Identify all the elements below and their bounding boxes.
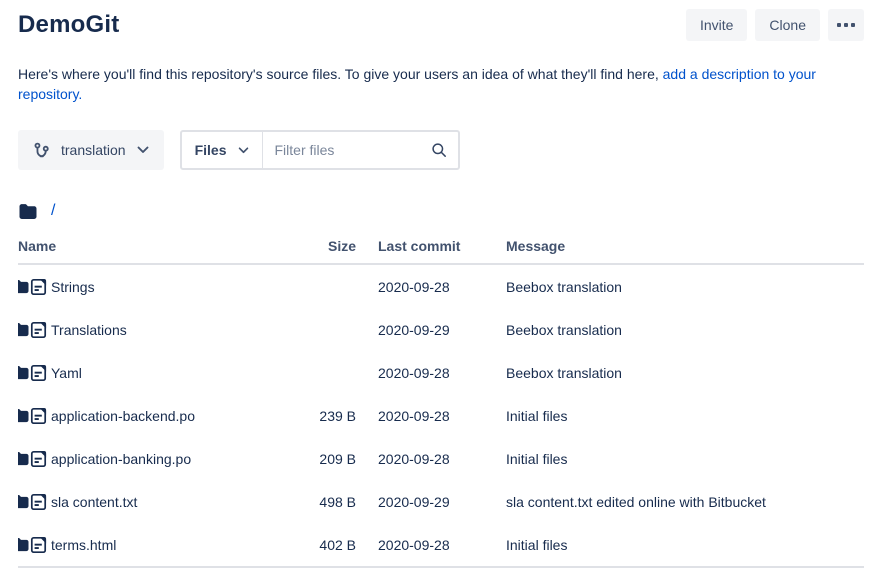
file-icon: [30, 364, 47, 382]
folder-icon: [18, 408, 30, 423]
last-commit-date: 2020-09-28: [378, 523, 506, 567]
folder-icon: [18, 537, 30, 552]
git-branch-icon: [33, 142, 50, 159]
file-icon: [30, 278, 47, 296]
file-table: Name Size Last commit Message: [18, 234, 864, 568]
file-icon: [30, 493, 47, 511]
file-icon: [30, 450, 47, 468]
file-size: [275, 308, 378, 351]
clone-button[interactable]: Clone: [755, 9, 820, 41]
filter-files-input[interactable]: [263, 142, 431, 158]
more-options-button[interactable]: [828, 9, 864, 41]
repo-description: Here's where you'll find this repository…: [18, 64, 864, 104]
file-size: 239 B: [275, 394, 378, 437]
table-row: Yaml 2020-09-28 Beebox translation: [18, 351, 864, 394]
column-header-name: Name: [18, 234, 275, 264]
file-size: [275, 351, 378, 394]
page-header: DemoGit Invite Clone: [18, 6, 864, 44]
column-header-size: Size: [275, 234, 378, 264]
breadcrumb: /: [18, 200, 864, 222]
file-icon: [30, 407, 47, 425]
last-commit-date: 2020-09-29: [378, 308, 506, 351]
repo-source-page: DemoGit Invite Clone Here's where you'll…: [0, 0, 880, 568]
description-text: Here's where you'll find this repository…: [18, 66, 663, 82]
commit-message: Beebox translation: [506, 264, 864, 308]
page-title: DemoGit: [18, 11, 119, 39]
chevron-down-icon: [137, 146, 149, 154]
header-actions: Invite Clone: [686, 9, 864, 41]
ellipsis-icon: [837, 23, 855, 27]
table-header-row: Name Size Last commit Message: [18, 234, 864, 264]
commit-message: Beebox translation: [506, 308, 864, 351]
branch-selector-label: translation: [61, 142, 126, 158]
folder-icon: [18, 494, 30, 509]
commit-message: Beebox translation: [506, 351, 864, 394]
file-name-link[interactable]: Translations: [51, 322, 127, 338]
last-commit-date: 2020-09-28: [378, 351, 506, 394]
folder-icon: [18, 365, 30, 380]
folder-icon: [18, 279, 30, 294]
branch-selector[interactable]: translation: [18, 130, 164, 170]
commit-message: sla content.txt edited online with Bitbu…: [506, 480, 864, 523]
file-size: 209 B: [275, 437, 378, 480]
file-name-link[interactable]: application-backend.po: [51, 408, 195, 424]
file-name-link[interactable]: sla content.txt: [51, 494, 137, 510]
last-commit-date: 2020-09-29: [378, 480, 506, 523]
file-size: 402 B: [275, 523, 378, 567]
folder-icon: [18, 203, 38, 220]
file-table-body: Strings 2020-09-28 Beebox translation: [18, 264, 864, 567]
commit-message: Initial files: [506, 523, 864, 567]
file-filter-box: Files: [180, 130, 460, 170]
search-icon: [431, 142, 458, 158]
folder-icon: [18, 322, 30, 337]
file-name-link[interactable]: Strings: [51, 279, 95, 295]
last-commit-date: 2020-09-28: [378, 264, 506, 308]
root-path-link[interactable]: /: [51, 202, 55, 220]
chevron-down-icon: [238, 147, 249, 154]
table-row: Strings 2020-09-28 Beebox translation: [18, 264, 864, 308]
filter-type-dropdown[interactable]: Files: [182, 142, 249, 158]
column-header-last-commit: Last commit: [378, 234, 506, 264]
table-row: application-banking.po 209 B 2020-09-28 …: [18, 437, 864, 480]
table-row: sla content.txt 498 B 2020-09-29 sla con…: [18, 480, 864, 523]
table-row: Translations 2020-09-29 Beebox translati…: [18, 308, 864, 351]
file-name-link[interactable]: terms.html: [51, 537, 116, 553]
file-size: [275, 264, 378, 308]
file-name-link[interactable]: application-banking.po: [51, 451, 191, 467]
folder-icon: [18, 451, 30, 466]
last-commit-date: 2020-09-28: [378, 394, 506, 437]
filter-type-label: Files: [195, 142, 227, 158]
column-header-message: Message: [506, 234, 864, 264]
invite-button[interactable]: Invite: [686, 9, 747, 41]
commit-message: Initial files: [506, 437, 864, 480]
table-row: application-backend.po 239 B 2020-09-28 …: [18, 394, 864, 437]
file-icon: [30, 321, 47, 339]
file-size: 498 B: [275, 480, 378, 523]
table-row: terms.html 402 B 2020-09-28 Initial file…: [18, 523, 864, 567]
commit-message: Initial files: [506, 394, 864, 437]
file-icon: [30, 536, 47, 554]
source-controls: translation Files: [18, 130, 864, 170]
file-name-link[interactable]: Yaml: [51, 365, 82, 381]
last-commit-date: 2020-09-28: [378, 437, 506, 480]
